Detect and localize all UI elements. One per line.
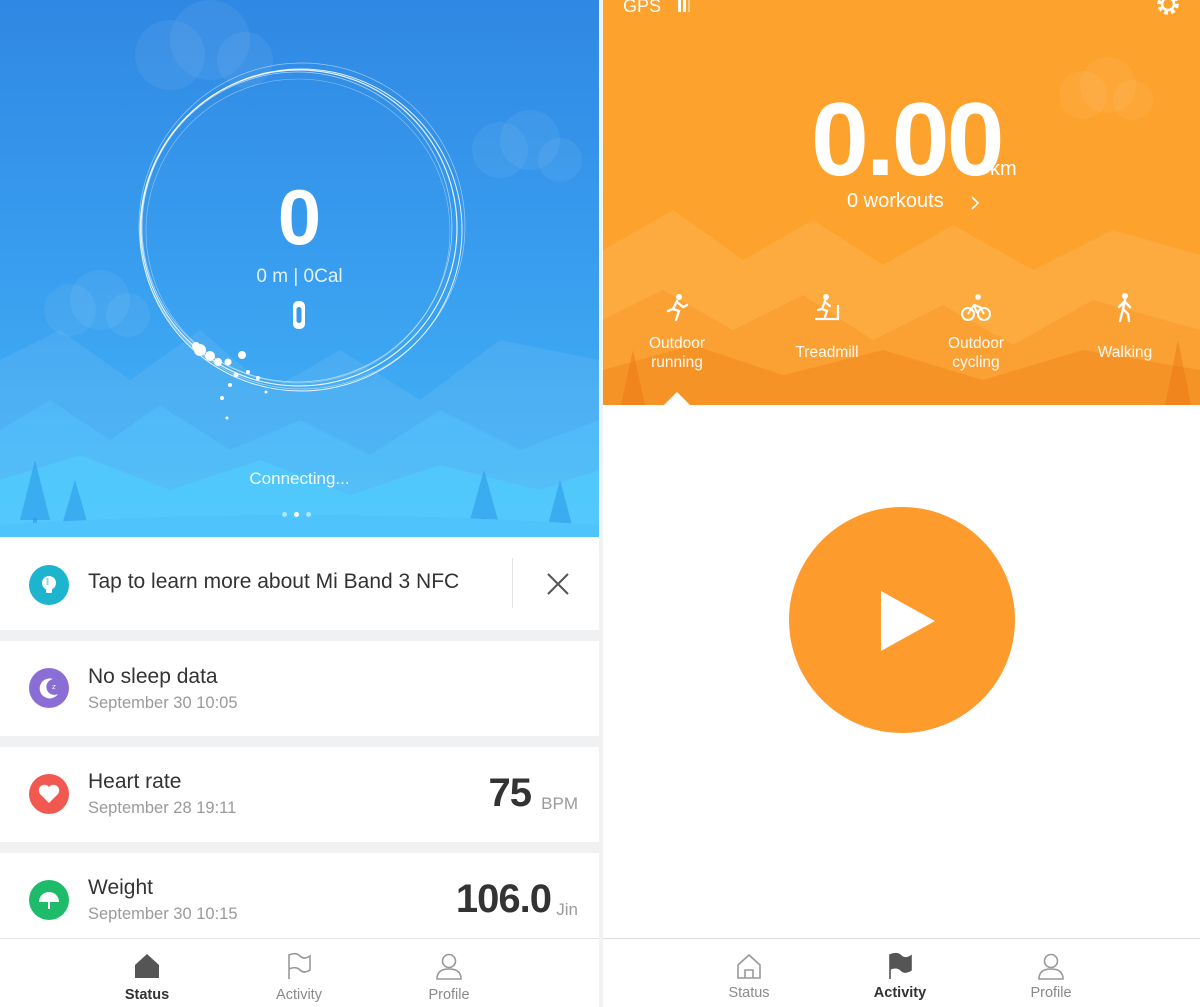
status-screen: 0 0 m | 0Cal Connecting... Tap to learn … [0,0,599,1007]
heart-icon [29,774,69,814]
activity-outdoor-running[interactable]: Outdoor running [612,292,742,372]
cycling-icon [961,294,991,321]
sleep-card[interactable]: z No sleep data September 30 10:05 [0,641,599,736]
tip-divider [512,558,513,608]
tab-status-label: Status [124,987,170,1003]
treadmill-icon [815,294,840,321]
band-icon [293,301,305,329]
running-icon [666,294,689,322]
activity-screen: GPS 0.00 km 0 workouts Outdoor running T… [603,0,1200,1007]
tab-activity[interactable]: Activity [850,939,950,1007]
flag-icon [889,952,912,979]
tab-status[interactable]: Status [97,939,197,1007]
sleep-title: No sleep data [88,665,218,688]
bottom-tab-bar: Status Activity Profile [603,938,1200,1007]
status-hero: 0 0 m | 0Cal Connecting... [0,0,599,537]
tab-profile-label: Profile [1030,985,1072,1001]
weight-title: Weight [88,876,153,899]
gear-icon[interactable] [1154,0,1182,18]
activity-label: Treadmill [795,344,859,361]
heart-rate-unit: BPM [541,794,578,813]
workouts-link[interactable]: 0 workouts [847,190,944,213]
page-indicator [282,512,311,517]
sleep-timestamp: September 30 10:05 [88,694,238,712]
tab-status-label: Status [728,985,770,1001]
distance-unit: km [990,158,1017,180]
person-icon [1038,953,1064,980]
close-icon[interactable] [545,571,571,597]
section-gap [0,630,599,641]
svg-text:z: z [52,683,56,691]
tab-activity[interactable]: Activity [249,939,349,1007]
heart-rate-title: Heart rate [88,770,182,793]
connection-status: Connecting... [249,469,350,488]
moon-icon: z [29,668,69,708]
walking-icon [1117,293,1132,323]
page-dot-active [294,512,299,517]
activity-label: Outdoor [648,335,705,352]
selected-activity-pointer [664,392,690,405]
tab-profile[interactable]: Profile [1001,939,1101,1007]
gps-signal-icon [678,0,690,12]
distance-calories: 0 m | 0Cal [256,266,343,287]
nfc-tip-text[interactable]: Tap to learn more about Mi Band 3 NFC [88,570,459,594]
section-gap [0,842,599,853]
tab-profile-label: Profile [428,987,470,1003]
activity-label: Walking [1097,344,1153,361]
home-icon [135,954,159,978]
tab-profile[interactable]: Profile [399,939,499,1007]
bottom-tab-bar: Status Activity Profile [0,938,599,1007]
distance-value: 0.00 [811,82,1004,198]
tab-activity-label: Activity [276,987,322,1003]
activity-label: Outdoor [947,335,1004,352]
page-dot [306,512,311,517]
person-icon [436,953,462,980]
tab-status[interactable]: Status [699,939,799,1007]
chevron-right-icon[interactable] [970,195,980,211]
activity-treadmill[interactable]: Treadmill [762,292,892,362]
tab-activity-label: Activity [873,985,927,1001]
step-count: 0 [277,173,322,261]
activity-walking[interactable]: Walking [1060,292,1190,362]
activity-label: cycling [952,354,1000,371]
lightbulb-icon [29,565,69,605]
play-icon [881,591,935,651]
start-workout-button[interactable] [789,507,1015,733]
heart-rate-card[interactable]: Heart rate September 28 19:11 75 BPM [0,747,599,842]
activity-outdoor-cycling[interactable]: Outdoor cycling [911,292,1041,372]
page-dot [282,512,287,517]
weight-card[interactable]: Weight September 30 10:15 106.0 Jin [0,853,599,938]
weight-value: 106.0 [455,877,552,921]
activity-hero: GPS 0.00 km 0 workouts Outdoor running T… [603,0,1200,405]
activity-label: running [651,354,703,371]
weight-unit: Jin [556,900,578,919]
flag-icon [288,952,311,979]
scale-icon [29,880,69,920]
heart-rate-value: 75 [488,771,532,815]
gps-label: GPS [623,0,662,16]
weight-timestamp: September 30 10:15 [88,905,238,923]
heart-rate-timestamp: September 28 19:11 [88,799,237,817]
section-gap [0,736,599,747]
home-icon [737,953,761,979]
